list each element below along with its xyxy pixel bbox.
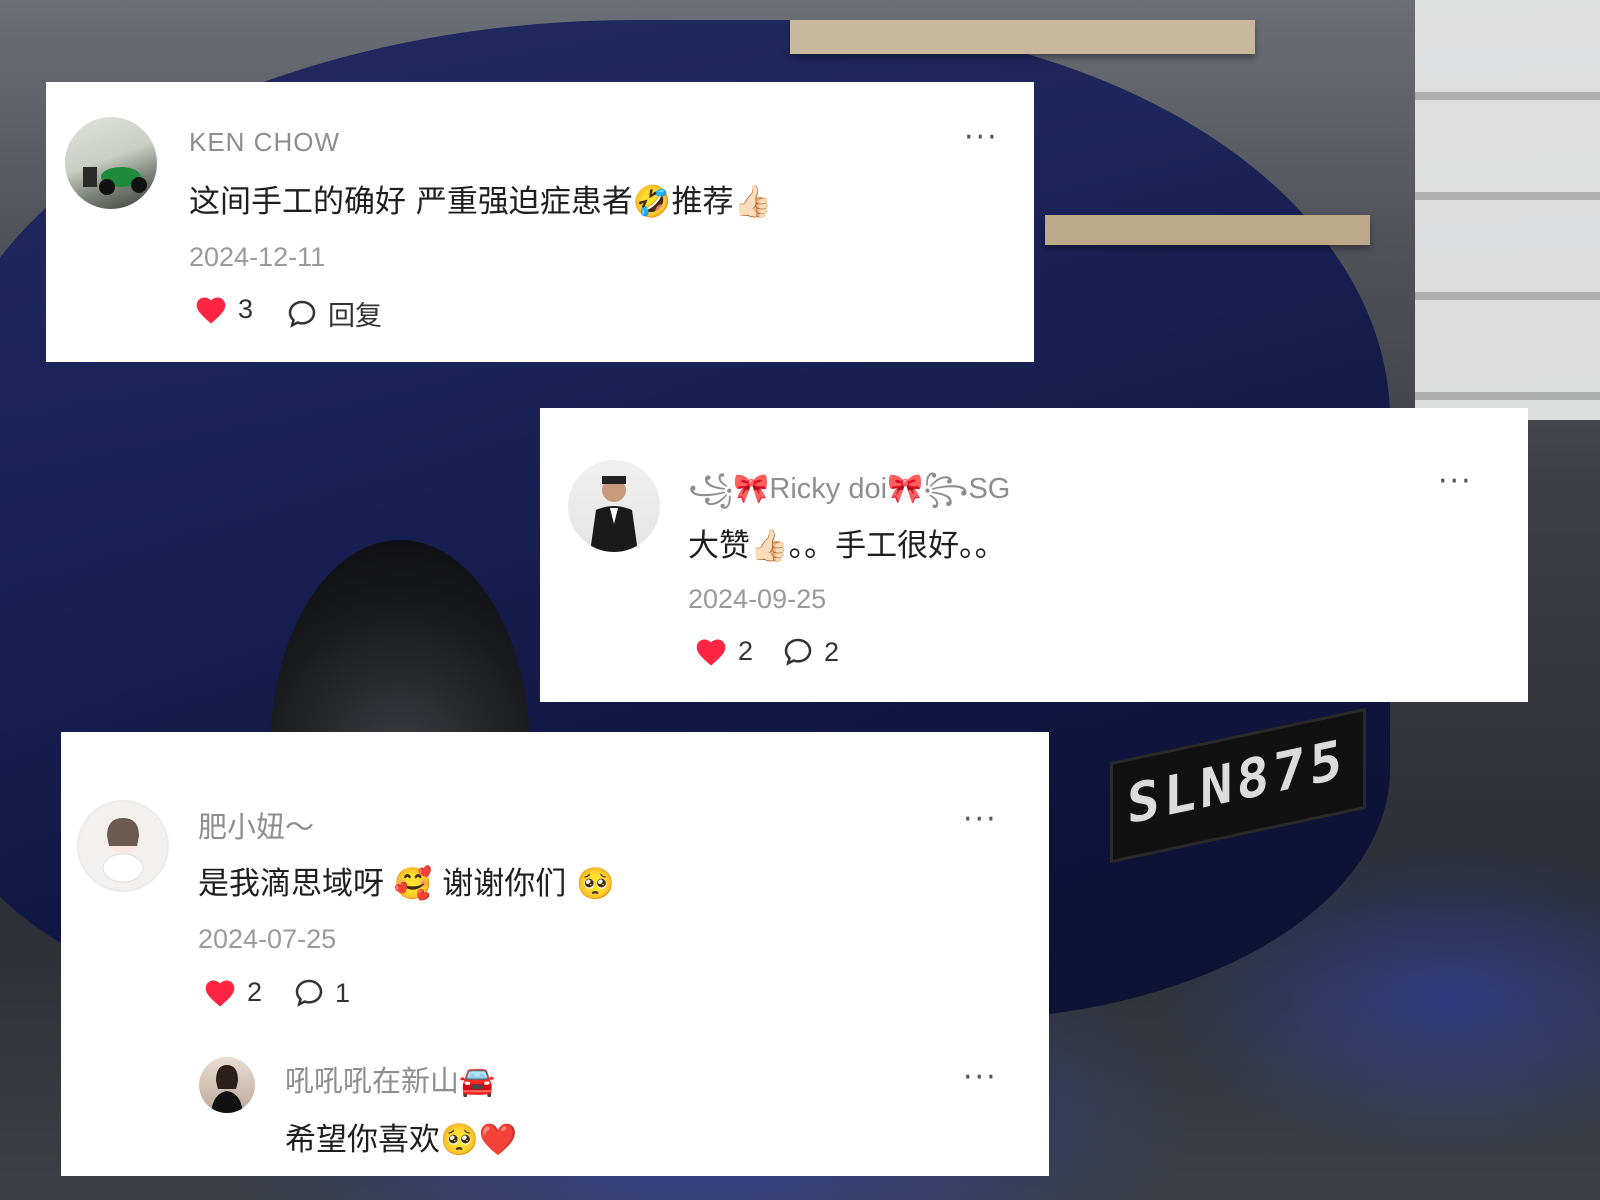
woman-selfie-icon	[211, 1065, 243, 1113]
like-button[interactable]: 3	[194, 294, 253, 325]
more-options-icon[interactable]: ···	[1438, 467, 1473, 497]
reply-count: 2	[824, 636, 840, 667]
like-count: 3	[238, 294, 254, 324]
comment-text: 这间手工的确好 严重强迫症患者🤣推荐👍🏻	[189, 184, 773, 220]
comment-text: 大赞👍🏻。。手工很好。。	[688, 528, 1006, 564]
reply-user-avatar[interactable]	[199, 1057, 255, 1113]
user-avatar[interactable]	[77, 800, 169, 892]
comment-bubble-icon	[295, 979, 323, 1007]
reply-label: 回复	[328, 301, 382, 332]
comment-card: KEN CHOW 这间手工的确好 严重强迫症患者🤣推荐👍🏻 2024-12-11…	[46, 82, 1034, 362]
like-count: 2	[738, 636, 754, 666]
like-count: 2	[247, 977, 263, 1007]
like-button[interactable]: 2	[694, 636, 753, 667]
wall-shelf	[790, 20, 1255, 54]
username[interactable]: ꧁🎀Ricky doi🎀꧂SG	[688, 466, 1010, 525]
comment-card: ꧁🎀Ricky doi🎀꧂SG 大赞👍🏻。。手工很好。。 2024-09-25 …	[540, 408, 1528, 702]
comment-text: 是我滴思域呀 🥰 谢谢你们 🥺	[198, 866, 615, 902]
username[interactable]: 肥小妞～	[198, 804, 314, 846]
reply-more-options-icon[interactable]: ···	[963, 1063, 998, 1093]
motorbike-icon	[83, 167, 147, 195]
reply-username[interactable]: 吼吼吼在新山🚘	[285, 1058, 495, 1100]
like-button[interactable]: 2	[203, 977, 262, 1008]
heart-icon	[696, 638, 726, 666]
heart-icon	[205, 979, 235, 1007]
more-options-icon[interactable]: ···	[964, 123, 999, 153]
comment-date: 2024-07-25	[198, 924, 337, 954]
reply-button[interactable]: 1	[293, 977, 350, 1009]
wall-shelf-lower	[1045, 215, 1370, 245]
man-in-suit-icon	[590, 476, 638, 552]
comment-card: 肥小妞～ 是我滴思域呀 🥰 谢谢你们 🥺 2024-07-25 ··· 2 1 …	[61, 732, 1049, 1176]
comment-bubble-icon	[288, 300, 316, 328]
comment-date: 2024-12-11	[189, 242, 326, 272]
comment-date: 2024-09-25	[688, 584, 827, 614]
more-options-icon[interactable]: ···	[963, 805, 998, 835]
username[interactable]: KEN CHOW	[189, 127, 340, 158]
user-avatar[interactable]	[65, 117, 157, 209]
cartoon-girl-icon	[102, 818, 144, 883]
reply-count: 1	[335, 977, 351, 1008]
comment-bubble-icon	[784, 638, 812, 666]
reply-text: 希望你喜欢🥺❤️	[285, 1122, 518, 1158]
user-avatar[interactable]	[568, 460, 660, 552]
reply-button[interactable]: 回复	[286, 294, 382, 333]
heart-icon	[196, 296, 226, 324]
reply-button[interactable]: 2	[782, 636, 839, 668]
product-boxes	[1415, 0, 1600, 420]
